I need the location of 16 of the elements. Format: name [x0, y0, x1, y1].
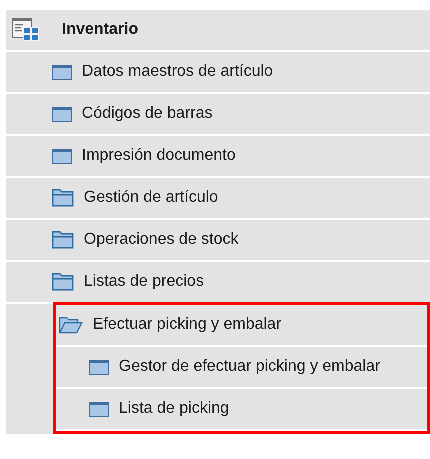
tree-item[interactable]: Códigos de barras: [82, 102, 213, 126]
tree-item[interactable]: Efectuar picking y embalar: [93, 313, 282, 337]
module-title[interactable]: Inventario: [62, 18, 138, 42]
tree-item[interactable]: Impresión documento: [82, 144, 236, 168]
window-icon: [52, 106, 72, 122]
tree-item[interactable]: Lista de picking: [119, 397, 230, 421]
tree-item[interactable]: Operaciones de stock: [84, 228, 239, 252]
window-icon: [52, 64, 72, 80]
tree-item[interactable]: Listas de precios: [84, 270, 204, 294]
window-icon: [52, 148, 72, 164]
tree-item[interactable]: Gestor de efectuar picking y embalar: [119, 355, 380, 379]
window-icon: [89, 360, 109, 374]
module-icon: [12, 18, 40, 42]
window-icon: [89, 402, 109, 416]
tree-item[interactable]: Datos maestros de artículo: [82, 60, 274, 84]
tree-item[interactable]: Gestión de artículo: [84, 186, 218, 210]
